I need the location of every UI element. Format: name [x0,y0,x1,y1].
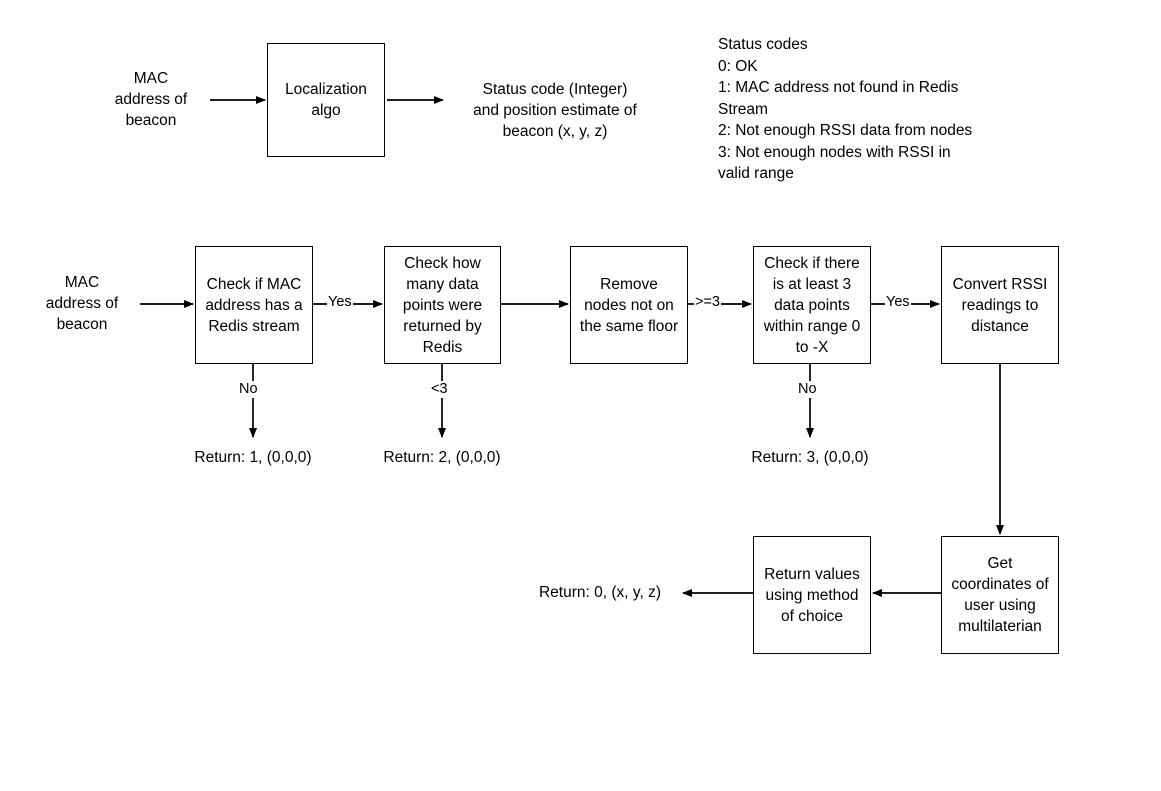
edge-label-gte3: >=3 [694,294,721,311]
node-get-coordinates[interactable]: Get coordinates of user using multilater… [941,536,1059,654]
node-remove-nodes[interactable]: Remove nodes not on the same floor [570,246,688,364]
return-code-2: Return: 2, (0,0,0) [383,449,501,466]
node-check-data-points[interactable]: Check how many data points were returned… [384,246,501,364]
node-check-redis-stream[interactable]: Check if MAC address has a Redis stream [195,246,313,364]
edge-label-no-2: No [797,381,818,398]
return-code-1: Return: 1, (0,0,0) [194,449,312,466]
edge-label-no-1: No [238,381,259,398]
return-code-0: Return: 0, (x, y, z) [538,584,662,601]
top-output-label: Status code (Integer) and position estim… [473,81,637,140]
edge-label-yes-1: Yes [327,294,353,311]
node-check-range[interactable]: Check if there is at least 3 data points… [753,246,871,364]
node-return-values[interactable]: Return values using method of choice [753,536,871,654]
top-input-label: MAC address of beacon [114,70,188,129]
edge-label-lt3: <3 [430,381,449,398]
main-input-label: MAC address of beacon [45,274,119,333]
return-code-3: Return: 3, (0,0,0) [751,449,869,466]
status-codes-legend: Status codes 0: OK 1: MAC address not fo… [718,36,973,182]
node-localization-algo[interactable]: Localization algo [267,43,385,157]
edge-label-yes-2: Yes [885,294,911,311]
node-convert-rssi[interactable]: Convert RSSI readings to distance [941,246,1059,364]
flowchart-canvas: MAC address of beacon Localization algo … [0,0,1161,791]
